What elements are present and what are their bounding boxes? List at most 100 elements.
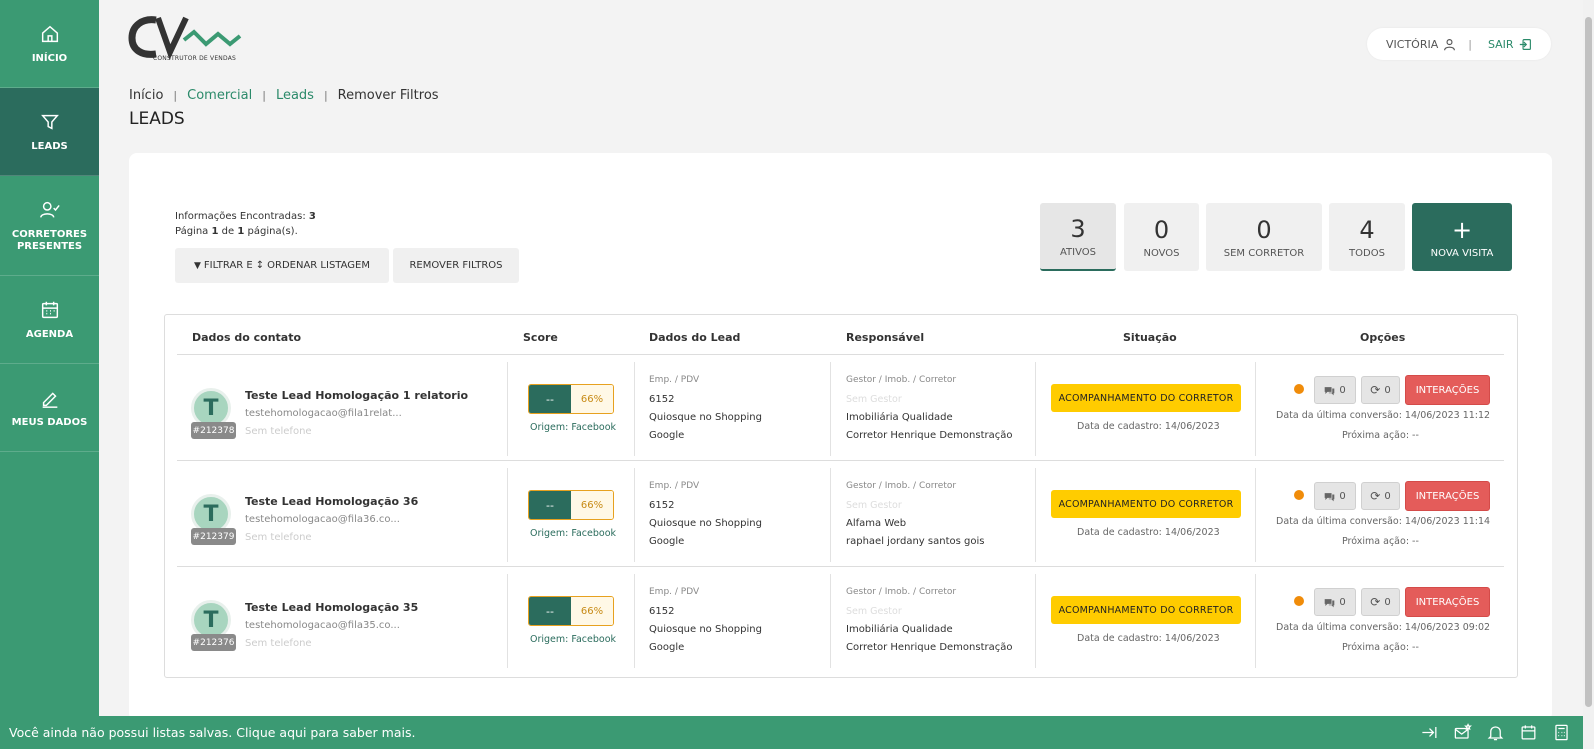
emp-name: Quiosque no Shopping	[649, 412, 762, 423]
page-suffix: página(s).	[247, 226, 298, 237]
sidebar-item-label: CORRETORES PRESENTES	[11, 228, 88, 252]
sidebar-item-inicio[interactable]: INÍCIO	[0, 0, 99, 88]
sidebar-item-meus-dados[interactable]: MEUS DADOS	[0, 364, 99, 452]
messages-button[interactable]: 0	[1314, 376, 1356, 404]
cell-divider	[1035, 468, 1036, 562]
filter-sort-button[interactable]: ▼ FILTRAR E ↕ ORDENAR LISTAGEM	[175, 248, 389, 283]
cell-divider	[1255, 468, 1256, 562]
interacoes-button[interactable]: INTERAÇÕES	[1405, 375, 1490, 405]
stat-number: 4	[1359, 215, 1375, 244]
status-dot	[1294, 384, 1304, 394]
cell-divider	[634, 362, 635, 456]
row-divider	[177, 566, 1504, 567]
lead-name[interactable]: Teste Lead Homologação 36	[245, 495, 418, 508]
sidebar-item-label: MEUS DADOS	[11, 416, 88, 428]
page-total: 1	[237, 226, 245, 237]
interacoes-button[interactable]: INTERAÇÕES	[1405, 587, 1490, 617]
last-conversion: Data da última conversão: 14/06/2023 09:…	[1276, 622, 1491, 633]
stat-todos[interactable]: 4 TODOS	[1329, 203, 1405, 271]
lead-origin: Origem: Facebook	[530, 422, 617, 433]
lead-phone: Sem telefone	[245, 532, 312, 543]
stat-sem-corretor[interactable]: 0 SEM CORRETOR	[1206, 203, 1322, 271]
sync-button[interactable]: ⟳ 0	[1361, 376, 1400, 404]
bell-icon[interactable]	[1486, 723, 1505, 742]
lead-email: testehomologacao@fila36.co...	[245, 514, 400, 525]
stat-label: NOVOS	[1143, 247, 1180, 259]
breadcrumb-comercial[interactable]: Comercial	[187, 88, 252, 103]
collapse-arrow-icon[interactable]	[1420, 723, 1439, 742]
cell-divider	[634, 468, 635, 562]
stat-number: 0	[1153, 215, 1170, 244]
interacoes-button[interactable]: INTERAÇÕES	[1405, 481, 1490, 511]
breadcrumb-separator: |	[323, 89, 328, 102]
messages-button[interactable]: 0	[1314, 588, 1356, 616]
user-name[interactable]: VICTÓRIA	[1386, 38, 1438, 51]
header-divider	[177, 354, 1504, 355]
sidebar-item-leads[interactable]: LEADS	[0, 88, 99, 176]
next-action: Próxima ação: --	[1342, 536, 1419, 547]
chat-icon	[1325, 386, 1335, 395]
page-scrollbar[interactable]	[1583, 0, 1594, 749]
sidebar-item-agenda[interactable]: AGENDA	[0, 276, 99, 364]
lead-name[interactable]: Teste Lead Homologação 35	[245, 601, 418, 614]
last-conversion: Data da última conversão: 14/06/2023 11:…	[1276, 410, 1491, 421]
user-icon	[1444, 38, 1456, 50]
cell-divider	[1255, 362, 1256, 456]
breadcrumb-separator: |	[173, 89, 178, 102]
stat-ativos[interactable]: 3 ATIVOS	[1040, 203, 1116, 271]
breadcrumb-leads[interactable]: Leads	[276, 88, 314, 103]
page-current: 1	[211, 226, 219, 237]
sidebar-item-label: INÍCIO	[31, 52, 68, 64]
cell-divider	[830, 362, 831, 456]
resp-imob: Alfama Web	[846, 518, 907, 529]
lead-phone: Sem telefone	[245, 426, 312, 437]
messages-count: 0	[1339, 384, 1346, 396]
emp-source: Google	[649, 430, 685, 441]
lead-name[interactable]: Teste Lead Homologação 1 relatorio	[245, 389, 468, 402]
score-percent: 66%	[571, 597, 613, 625]
cell-divider	[507, 362, 508, 456]
user-check-icon	[39, 201, 60, 218]
score-widget: -- 66%	[528, 596, 614, 626]
stat-novos[interactable]: 0 NOVOS	[1124, 203, 1199, 271]
saved-lists-bar[interactable]: Você ainda não possui listas salvas. Cli…	[0, 716, 1583, 749]
resp-corretor: Corretor Henrique Demonstração	[846, 430, 1013, 441]
breadcrumb-remover-filtros[interactable]: Remover Filtros	[338, 88, 439, 103]
sync-button[interactable]: ⟳ 0	[1361, 482, 1400, 510]
sync-count: 0	[1384, 490, 1391, 502]
saved-lists-message[interactable]: Você ainda não possui listas salvas. Cli…	[9, 725, 415, 740]
score-value: --	[529, 385, 571, 413]
calendar-icon[interactable]	[1519, 723, 1538, 742]
sort-icon: ↕	[255, 260, 265, 271]
lead-id-badge: #212378	[191, 422, 236, 439]
resp-imob: Imobiliária Qualidade	[846, 412, 953, 423]
stat-label: NOVA VISITA	[1430, 247, 1494, 259]
sidebar-item-label: AGENDA	[25, 328, 74, 340]
score-value: --	[529, 597, 571, 625]
scrollbar-thumb[interactable]	[1585, 17, 1592, 707]
logout-button[interactable]: SAIR	[1488, 38, 1532, 51]
sync-count: 0	[1384, 384, 1391, 396]
refresh-icon: ⟳	[1370, 595, 1381, 609]
remove-filters-button[interactable]: REMOVER FILTROS	[393, 248, 519, 283]
emp-code: 6152	[649, 500, 675, 511]
column-header: Dados do contato	[192, 331, 302, 344]
mail-star-icon[interactable]	[1453, 723, 1472, 742]
resp-label: Gestor / Imob. / Corretor	[846, 481, 957, 491]
sync-button[interactable]: ⟳ 0	[1361, 588, 1400, 616]
cell-divider	[507, 468, 508, 562]
breadcrumb-inicio[interactable]: Início	[129, 88, 163, 103]
status-badge: ACOMPANHAMENTO DO CORRETOR	[1051, 490, 1241, 518]
column-header: Score	[523, 331, 558, 344]
score-widget: -- 66%	[528, 490, 614, 520]
resp-imob: Imobiliária Qualidade	[846, 624, 953, 635]
column-header: Opções	[1360, 331, 1406, 344]
score-value: --	[529, 491, 571, 519]
logout-label: SAIR	[1487, 37, 1514, 51]
sidebar-item-corretores-presentes[interactable]: CORRETORES PRESENTES	[0, 176, 99, 276]
column-header: Responsável	[846, 331, 925, 344]
calculator-icon[interactable]	[1552, 723, 1571, 742]
status-dot	[1294, 596, 1304, 606]
nova-visita-button[interactable]: + NOVA VISITA	[1412, 203, 1512, 271]
messages-button[interactable]: 0	[1314, 482, 1356, 510]
